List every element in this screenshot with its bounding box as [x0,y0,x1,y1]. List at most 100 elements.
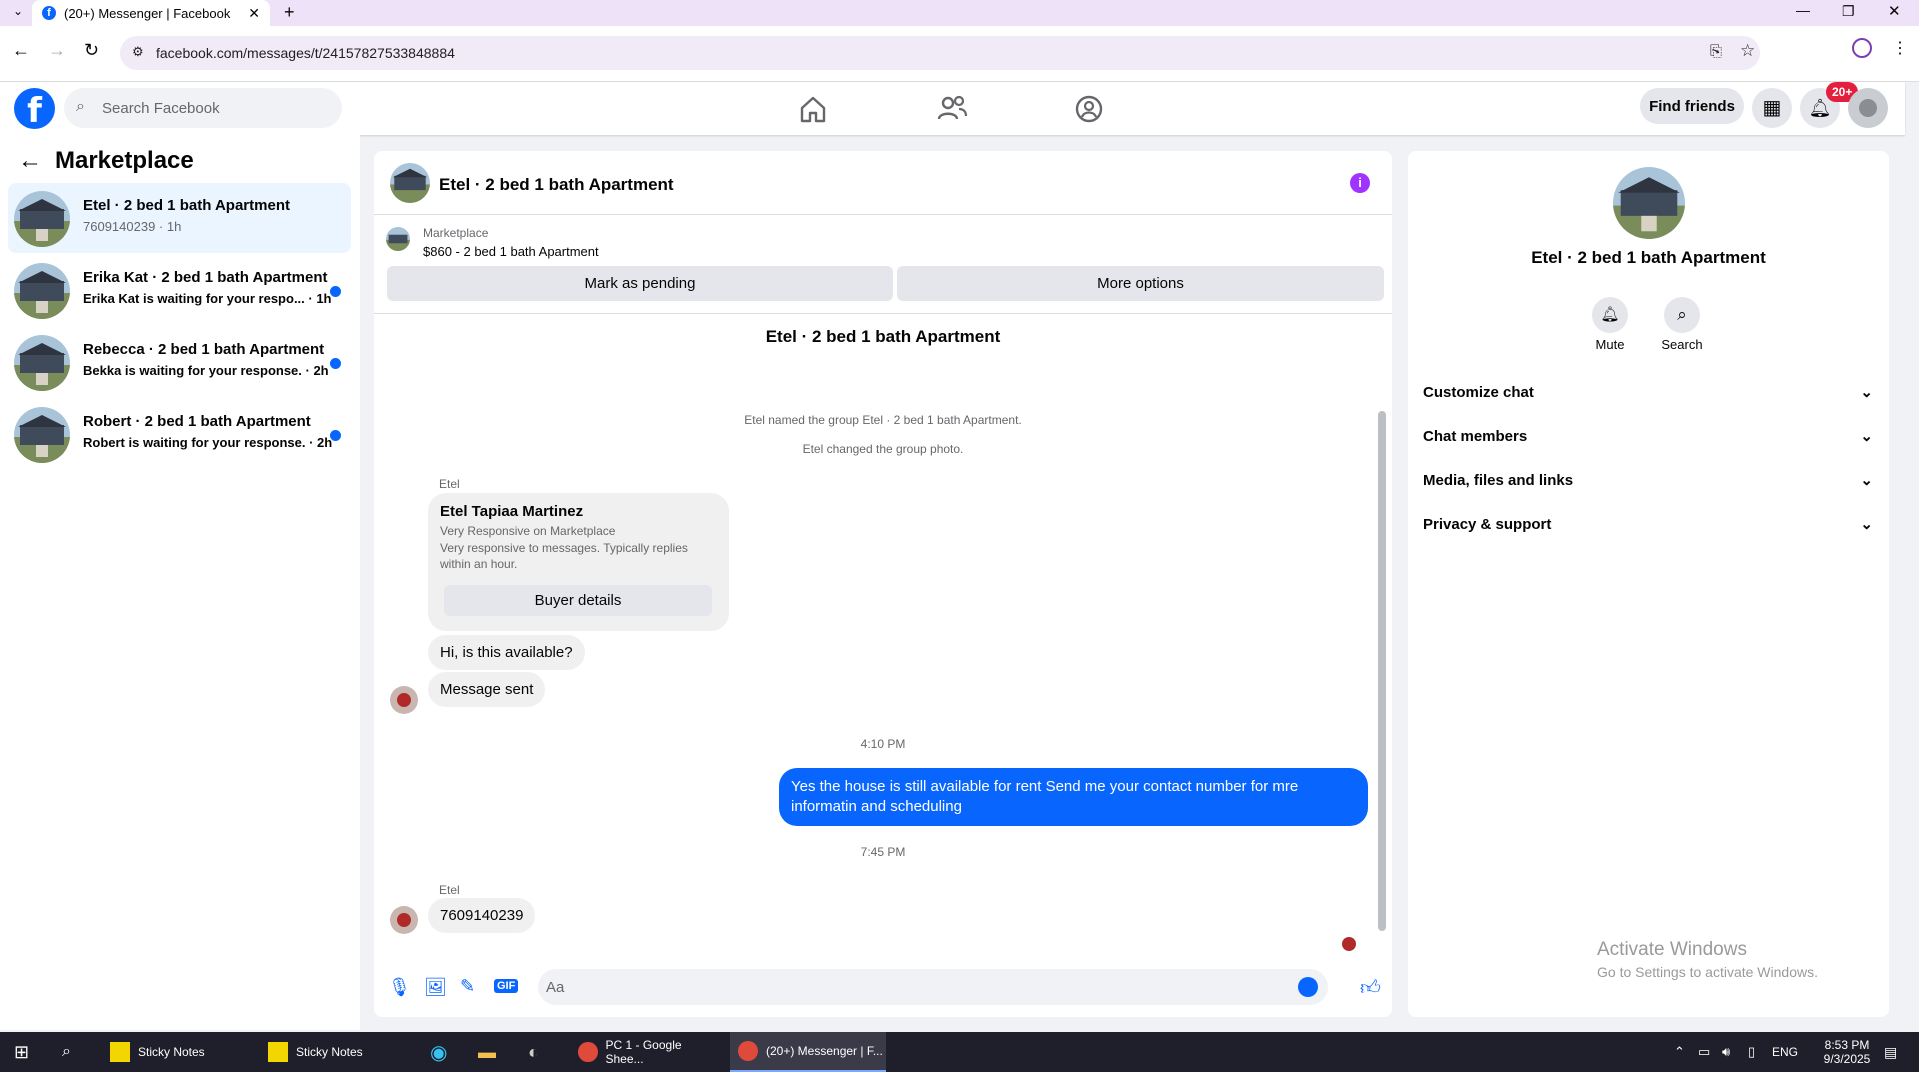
account-avatar[interactable] [1848,88,1888,128]
mark-as-pending-button[interactable]: Mark as pending [387,266,893,301]
file-explorer-icon[interactable]: ▬ [478,1032,496,1072]
listing-title[interactable]: $860 - 2 bed 1 bath Apartment [423,244,599,259]
chat-scrollbar[interactable] [1378,411,1386,931]
show-hidden-icons[interactable]: ⌃ [1674,1032,1685,1072]
taskbar-app[interactable]: Sticky Notes [104,1032,254,1072]
system-message: Etel named the group Etel · 2 bed 1 bath… [744,413,1022,427]
reload-icon[interactable]: ↻ [84,40,99,61]
buyer-details-label: Buyer details [534,592,622,609]
card-line: Very Responsive on Marketplace [440,524,616,538]
start-button[interactable]: ⊞ [14,1032,29,1072]
chevron-down-icon: ⌄ [1860,472,1873,489]
restore-window-button[interactable]: ❐ [1842,3,1855,20]
composer-placeholder: Aa [546,978,565,996]
language-indicator[interactable]: ENG [1772,1032,1798,1072]
close-tab-icon[interactable]: ✕ [248,5,260,22]
browser-tab-strip: ⌄ f (20+) Messenger | Facebook ✕ + — ❐ ✕ [0,0,1919,26]
close-window-button[interactable]: ✕ [1888,2,1901,20]
find-friends-button[interactable]: Find friends [1640,88,1744,124]
taskbar-app[interactable]: PC 1 - Google Shee... [570,1032,720,1072]
menu-grid-button[interactable]: ▦ [1752,88,1792,128]
conversation-preview: Bekka is waiting for your response. · 2h [83,363,329,378]
listing-avatar [14,335,70,391]
message-bubble[interactable]: 7609140239 [428,898,536,933]
section-label: Privacy & support [1423,515,1552,533]
like-icon[interactable]: 👍︎ [1360,976,1381,1000]
group-avatar[interactable] [1613,167,1685,239]
message-bubble[interactable]: Hi, is this available? [428,635,585,670]
conversation-item[interactable]: Rebecca · 2 bed 1 bath Apartment Bekka i… [8,327,351,397]
search-taskbar-icon[interactable]: ⌕ [62,1032,71,1072]
listing-avatar [14,263,70,319]
page-title: Marketplace [55,147,194,174]
home-icon[interactable] [796,92,830,126]
search-input[interactable]: ⌕ Search Facebook [64,88,342,128]
listing-source: Marketplace [423,226,489,240]
network-icon[interactable]: ▭ [1698,1032,1710,1072]
system-message: Etel changed the group photo. [802,442,964,456]
mute-button[interactable]: 🔔︎ [1592,297,1628,333]
more-options-label: More options [1097,275,1184,292]
browser-menu-icon[interactable]: ⋮ [1892,38,1908,58]
microphone-icon[interactable]: 🎙︎ [388,977,411,998]
details-title: Etel · 2 bed 1 bath Apartment [1531,248,1766,267]
battery-icon[interactable]: ▯ [1748,1032,1755,1072]
chat-header: Etel · 2 bed 1 bath Apartment i [374,151,1392,215]
notification-center-icon[interactable]: ▤ [1884,1032,1897,1072]
conversation-item[interactable]: Robert · 2 bed 1 bath Apartment Robert i… [8,399,351,469]
message-input[interactable]: Aa [538,969,1328,1005]
grid-icon: ▦ [1762,97,1782,119]
gif-icon[interactable]: GIF [494,979,519,993]
install-app-icon[interactable]: ⎘ [1710,43,1722,60]
emoji-icon[interactable] [1298,977,1318,997]
page-scrollbar[interactable] [1906,82,1919,1032]
more-options-button[interactable]: More options [897,266,1384,301]
info-icon[interactable]: i [1350,173,1370,193]
divider [374,313,1392,314]
friends-icon[interactable] [935,92,969,126]
taskbar-label: Sticky Notes [138,1045,205,1059]
privacy-support-section[interactable]: Privacy & support ⌄ [1423,515,1873,534]
conversation-item[interactable]: Etel · 2 bed 1 bath Apartment 7609140239… [8,183,351,253]
chat-title[interactable]: Etel · 2 bed 1 bath Apartment [439,175,674,195]
find-friends-label: Find friends [1649,97,1735,115]
clock[interactable]: 8:53 PM 9/3/2025 [1814,1032,1880,1072]
groups-icon[interactable] [1072,92,1106,126]
chat-members-section[interactable]: Chat members ⌄ [1423,427,1873,446]
message-bubble[interactable]: Message sent [428,672,546,707]
volume-icon[interactable]: 🔊︎ [1722,1032,1730,1072]
taskbar-app[interactable]: Sticky Notes [262,1032,412,1072]
listing-thumbnail[interactable] [386,227,410,251]
address-bar[interactable]: ⚙ facebook.com/messages/t/24157827533848… [120,36,1760,70]
card-line: Very responsive to messages. Typically r… [440,541,688,571]
minimize-window-button[interactable]: — [1796,2,1810,18]
media-files-links-section[interactable]: Media, files and links ⌄ [1423,471,1873,490]
url-text: facebook.com/messages/t/2415782753384888… [156,45,455,61]
buyer-details-button[interactable]: Buyer details [444,585,712,616]
edge-icon[interactable]: ◉ [430,1032,447,1072]
sticker-icon[interactable]: ✎ [460,976,475,997]
photo-icon[interactable]: 🖼︎ [424,977,447,998]
bookmark-star-icon[interactable]: ☆ [1740,41,1755,61]
chrome-icon [578,1042,598,1062]
facebook-logo[interactable]: f [14,88,55,131]
mark-pending-label: Mark as pending [584,275,696,292]
back-icon[interactable]: ← [12,40,30,61]
search-button[interactable]: ⌕ [1664,297,1700,333]
browser-tab-messenger[interactable]: f (20+) Messenger | Facebook ✕ [32,0,270,26]
chevron-down-icon: ⌄ [1860,516,1873,533]
profile-icon[interactable] [1852,38,1872,58]
chat-avatar[interactable] [390,163,430,203]
conversation-item[interactable]: Erika Kat · 2 bed 1 bath Apartment Erika… [8,255,351,325]
new-tab-button[interactable]: + [284,2,295,23]
taskbar-app-active[interactable]: (20+) Messenger | F... [730,1032,886,1072]
app-icon[interactable]: ◐ [528,1032,539,1072]
back-arrow-icon[interactable]: ← [18,147,42,175]
tab-search-button[interactable]: ⌄ [8,4,28,22]
forward-icon[interactable]: → [48,40,66,61]
site-info-icon[interactable]: ⚙ [132,44,144,60]
conversation-preview: Robert is waiting for your response. · 2… [83,435,333,450]
outgoing-message-bubble[interactable]: Yes the house is still available for ren… [779,768,1368,826]
conversation-name: Erika Kat · 2 bed 1 bath Apartment [83,269,328,286]
customize-chat-section[interactable]: Customize chat ⌄ [1423,383,1873,402]
